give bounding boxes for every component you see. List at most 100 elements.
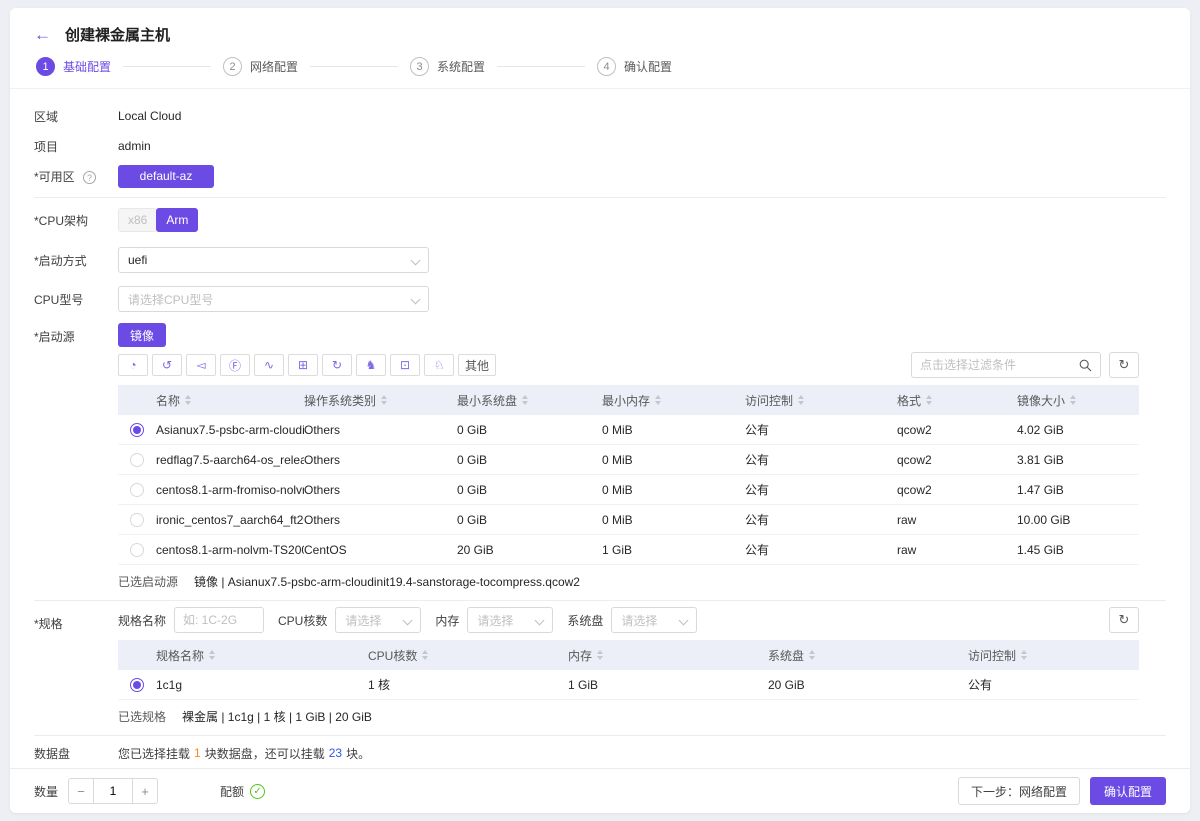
image-row[interactable]: Asianux7.5-psbc-arm-cloudinit19... Other… [118,415,1139,445]
flavor-disk-label: 系统盘 [567,612,603,629]
chevron-down-icon [535,616,545,626]
windows-icon[interactable]: ⊞ [288,354,318,376]
arch-arm-button[interactable]: Arm [156,208,198,232]
region-row: 区域 Local Cloud [34,101,1166,131]
selected-boot-source-label: 已选启动源 [118,573,178,590]
flavor-table-header: 规格名称 CPU核数 内存 系统盘 访问控制 [118,640,1139,670]
count-label: 数量 [34,783,58,800]
step-number: 4 [597,57,616,76]
sort-icon[interactable] [798,395,804,405]
step-label: 基础配置 [63,58,111,75]
image-filter-search[interactable] [911,352,1101,378]
confirm-config-button[interactable]: 确认配置 [1090,777,1166,805]
radio-selected[interactable] [130,423,144,437]
step-number: 1 [36,57,55,76]
sort-icon[interactable] [1021,650,1027,660]
step-system-config[interactable]: 3 系统配置 [410,57,485,76]
sort-icon[interactable] [655,395,661,405]
flavor-cpu-select[interactable]: 请选择 [335,607,421,633]
sort-icon[interactable] [522,395,528,405]
sort-icon[interactable] [1070,395,1076,405]
sort-icon[interactable] [809,650,815,660]
radio-selected[interactable] [130,678,144,692]
image-os: Others [304,513,457,527]
image-os: Others [304,453,457,467]
radio-unselected[interactable] [130,453,144,467]
flavor-disk-select[interactable]: 请选择 [611,607,697,633]
image-access: 公有 [745,541,897,558]
next-step-button[interactable]: 下一步：网络配置 [958,777,1080,805]
image-format: raw [897,543,1017,557]
step-confirm-config[interactable]: 4 确认配置 [597,57,672,76]
column-flavor-disk: 系统盘 [768,647,804,664]
image-name: ironic_centos7_aarch64_ft2000_... [156,513,304,527]
os-filter-strip: ◔ ↺ ◅ Ⓕ ∿ ⊞ ↻ ♞ ⊡ ♘ 其他 [118,354,496,376]
os-filter-row: ◔ ↺ ◅ Ⓕ ∿ ⊞ ↻ ♞ ⊡ ♘ 其他 [118,352,1139,378]
flavor-name-label: 规格名称 [118,612,166,629]
flavor-row[interactable]: 1c1g 1 核 1 GiB 20 GiB 公有 [118,670,1139,700]
project-label: 项目 [34,138,118,155]
boot-mode-select[interactable]: uefi [118,247,429,273]
selected-boot-source: 已选启动源 镜像 | Asianux7.5-psbc-arm-cloudinit… [118,568,1166,594]
column-min-mem: 最小内存 [602,392,650,409]
help-icon[interactable]: ? [83,171,96,184]
arch-x86-button[interactable]: x86 [118,208,157,232]
oracle-icon[interactable]: ⊡ [390,354,420,376]
refresh-icon[interactable]: ↻ [1109,352,1139,378]
count-stepper: − + [68,778,158,804]
fedora-icon[interactable]: Ⓕ [220,354,250,376]
opensuse-icon[interactable]: ↺ [152,354,182,376]
sort-icon[interactable] [185,395,191,405]
flavor-mem-select[interactable]: 请选择 [467,607,553,633]
column-name: 名称 [156,392,180,409]
create-baremetal-page: ← 创建裸金属主机 1 基础配置 2 网络配置 3 系统配置 4 确认配置 [10,8,1190,813]
step-network-config[interactable]: 2 网络配置 [223,57,298,76]
flavor-section: *规格 规格名称 CPU核数 请选择 内存 请选择 系统盘 [34,607,1166,729]
sort-icon[interactable] [926,395,932,405]
boot-source-label: *启动源 [34,323,118,594]
increment-button[interactable]: + [132,778,158,804]
boot-source-image-tab[interactable]: 镜像 [118,323,166,347]
radio-unselected[interactable] [130,483,144,497]
cpu-arch-label: *CPU架构 [34,212,118,229]
az-default-button[interactable]: default-az [118,165,214,188]
radio-unselected[interactable] [130,513,144,527]
flavor-name-input[interactable] [174,607,264,633]
flavor-mem-placeholder: 请选择 [477,612,513,629]
os-other-button[interactable]: 其他 [458,354,496,376]
form-content: 区域 Local Cloud 项目 admin *可用区 ? default-a… [10,89,1190,768]
image-row[interactable]: ironic_centos7_aarch64_ft2000_... Others… [118,505,1139,535]
radio-unselected[interactable] [130,543,144,557]
image-min-disk: 0 GiB [457,513,602,527]
refresh-icon[interactable]: ↻ [1109,607,1139,633]
image-row[interactable]: centos8.1-arm-nolvm-TS200_22... CentOS 2… [118,535,1139,565]
suse-icon[interactable]: ∿ [254,354,284,376]
cpu-model-select[interactable]: 请选择CPU型号 [118,286,429,312]
image-format: qcow2 [897,453,1017,467]
count-input[interactable] [94,778,132,804]
image-row[interactable]: centos8.1-arm-fromiso-nolvm-TS... Others… [118,475,1139,505]
step-basic-config[interactable]: 1 基础配置 [36,57,111,76]
redhat-icon[interactable]: ♞ [356,354,386,376]
debian-icon[interactable]: ↻ [322,354,352,376]
sort-icon[interactable] [597,650,603,660]
project-value: admin [118,139,151,153]
section-divider [34,735,1166,736]
flavor-mem: 1 GiB [568,678,768,692]
sort-icon[interactable] [422,650,428,660]
sort-icon[interactable] [209,650,215,660]
quota-status: 配额 ✓ [220,783,265,800]
step-number: 3 [410,57,429,76]
column-access: 访问控制 [745,392,793,409]
image-row[interactable]: redflag7.5-aarch64-os_release_c... Other… [118,445,1139,475]
boot-source-section: *启动源 镜像 ◔ ↺ ◅ Ⓕ ∿ ⊞ ↻ ♞ ⊡ ♘ 其他 [34,323,1166,594]
data-disk-label: 数据盘 [34,742,118,768]
search-input[interactable] [920,358,1073,372]
decrement-button[interactable]: − [68,778,94,804]
project-row: 项目 admin [34,131,1166,161]
ubuntu-icon[interactable]: ◔ [118,354,148,376]
centos-icon[interactable]: ◅ [186,354,216,376]
kylin-icon[interactable]: ♘ [424,354,454,376]
back-arrow-icon[interactable]: ← [34,26,51,43]
sort-icon[interactable] [381,395,387,405]
